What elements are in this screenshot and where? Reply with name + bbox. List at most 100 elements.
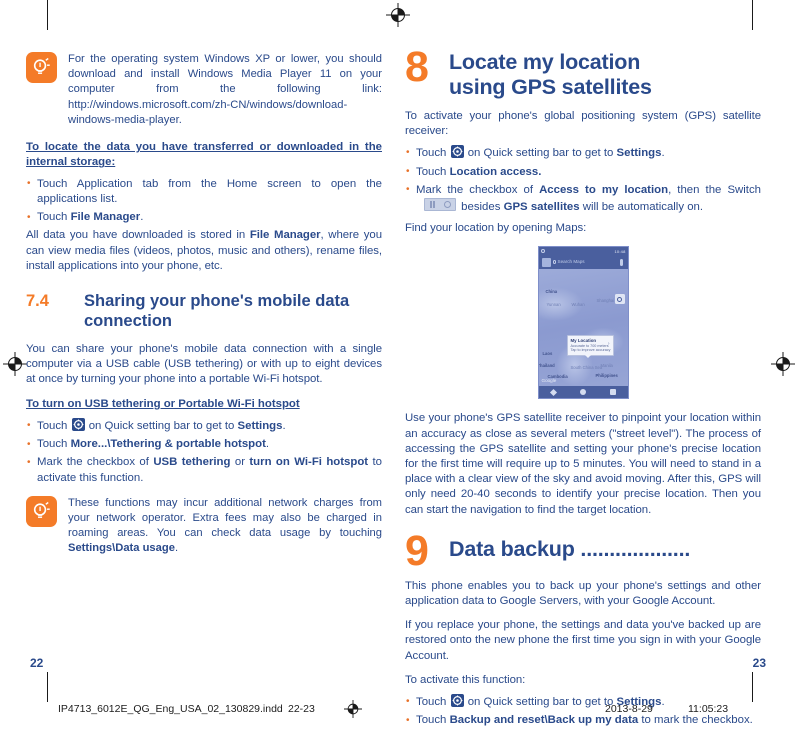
map-label-wuhan: Wuhan	[571, 302, 585, 308]
crop-mark-top-right	[752, 0, 753, 30]
para-all-data-pre: All data you have downloaded is stored i…	[26, 229, 250, 242]
bullet-touch-gear-bold: Settings	[616, 147, 662, 160]
slug-page-range: 22-23	[288, 703, 315, 715]
tip-bottom-post: .	[174, 542, 179, 555]
crop-mark-top-left	[47, 0, 48, 30]
maps-search-bar: Search Maps	[538, 255, 628, 270]
bullet-mark-mid: or	[230, 456, 250, 469]
bullet-mark-post: will be automatically on.	[579, 201, 704, 214]
chapter-number: 9	[405, 526, 429, 575]
microphone-icon[interactable]	[619, 258, 623, 266]
maps-menu-icon[interactable]	[541, 257, 551, 267]
lightbulb-icon	[26, 52, 57, 83]
slug-time: 11:05:23	[688, 703, 729, 715]
bullet-mark-bold: Access to my location	[539, 183, 669, 196]
bullet-touch-gear-post: .	[282, 420, 286, 433]
registration-mark-footer	[344, 700, 362, 718]
page-number-left: 22	[30, 656, 44, 670]
registration-mark-top	[386, 3, 410, 27]
bullet-file-manager-pre: Touch	[37, 211, 71, 224]
paragraph-share-connection: You can share your phone's mobile data c…	[26, 343, 382, 386]
bullet-file-manager: Touch File Manager.	[26, 210, 382, 225]
chapter-heading-9: 9 Data backup ...................	[405, 526, 761, 575]
map-label-thailand: Thailand	[538, 363, 555, 369]
chevron-right-icon[interactable]: ›	[608, 342, 610, 347]
tip-text-part1: For the operating system Windows XP or l…	[68, 53, 382, 96]
slug-date: 2013-8-29	[605, 703, 653, 715]
map-screenshot-figure: 10:48 Search Maps China Yunnan Wuhan Sha…	[537, 246, 629, 400]
map-label-manila: Manila	[600, 363, 613, 369]
tip-link: http://windows.microsoft.com/zh-CN/windo…	[68, 98, 348, 126]
paragraph-gps-intro: To activate your phone's global position…	[405, 110, 761, 138]
tip-text: These functions may incur additional net…	[68, 496, 382, 557]
section-number: 7.4	[26, 292, 49, 311]
bullet-more-tethering: Touch More...\Tethering & portable hotsp…	[26, 437, 382, 452]
map-label-laos: Laos	[542, 351, 553, 357]
heading-locate-data: To locate the data you have transferred …	[26, 141, 382, 169]
bullet-mark-pre: Mark the checkbox of	[37, 456, 154, 469]
print-slug-footer: IP4713_6012E_QG_Eng_USA_02_130829.indd 2…	[0, 700, 796, 724]
phone-nav-bar	[538, 386, 628, 399]
bullet-mark-mid: , then the Switch	[668, 183, 761, 196]
bullet-mark-after-switch: besides	[458, 201, 504, 214]
map-canvas[interactable]: China Yunnan Wuhan Shanghai Laos Thailan…	[538, 269, 628, 387]
bullet-touch-gear-mid: on Quick setting bar to get to	[85, 420, 238, 433]
chapter-title-line1: Locate my location	[449, 50, 641, 74]
map-label-south-china-sea: South China Sea	[570, 365, 603, 371]
paragraph-backup-1: This phone enables you to back up your p…	[405, 579, 761, 608]
my-location-button[interactable]	[614, 294, 625, 305]
bullet-mark-bold2: GPS satellites	[503, 201, 580, 214]
crosshair-icon	[617, 296, 622, 302]
bullet-location-access-bold: Location access.	[449, 165, 542, 178]
bullet-touch-gear-pre: Touch	[416, 147, 450, 160]
page-number-right: 23	[752, 656, 766, 670]
phone-status-bar: 10:48	[538, 247, 628, 256]
paragraph-find-location: Find your location by opening Maps:	[405, 222, 587, 235]
lightbulb-icon	[26, 495, 57, 527]
heading-turn-on-tethering: To turn on USB tethering or Portable Wi-…	[26, 397, 300, 410]
printed-page-spread: For the operating system Windows XP or l…	[0, 0, 796, 737]
bullet-application-tab: Touch Application tab from the Home scre…	[26, 176, 382, 207]
bullet-more-post: .	[265, 438, 270, 451]
registration-mark-left	[3, 352, 27, 376]
right-page-column: 8 Locate my location using GPS satellite…	[405, 43, 761, 731]
left-page-column: For the operating system Windows XP or l…	[26, 48, 382, 569]
map-label-yunnan: Yunnan	[546, 302, 561, 308]
bullet-mark-bold2: turn on Wi-Fi hotspot	[249, 456, 369, 469]
google-attribution: Google	[541, 378, 557, 384]
toggle-switch-icon	[424, 198, 456, 212]
bullet-mark-access-location: Mark the checkbox of Access to my locati…	[405, 182, 761, 215]
tip-text: For the operating system Windows XP or l…	[68, 52, 382, 128]
popup-tail	[584, 355, 591, 359]
maps-search-input[interactable]: Search Maps	[551, 259, 620, 265]
bullet-location-access: Touch Location access.	[405, 164, 761, 180]
popup-improve-hint: Tap to improve accuracy	[570, 348, 611, 353]
bullet-touch-gear-pre: Touch	[37, 420, 71, 433]
bullet-mark-pre: Mark the checkbox of	[416, 183, 540, 196]
phone-screenshot-maps: 10:48 Search Maps China Yunnan Wuhan Sha…	[537, 246, 629, 400]
map-label-china: China	[545, 289, 558, 295]
bullet-file-manager-bold: File Manager	[70, 211, 141, 224]
paragraph-activate: To activate this function:	[405, 673, 526, 686]
bullet-location-access-pre: Touch	[416, 165, 450, 178]
tip-bottom-pre: These functions may incur additional net…	[68, 496, 382, 540]
bullet-mark-bold1: USB tethering	[153, 456, 231, 469]
chapter-heading-8: 8 Locate my location using GPS satellite…	[405, 43, 761, 100]
gear-icon	[450, 145, 464, 159]
my-location-popup[interactable]: My Location Accurate to 700 meters Tap t…	[566, 335, 614, 359]
bullet-touch-gear-post: .	[661, 147, 665, 160]
chapter-number: 8	[405, 43, 429, 91]
paragraph-backup-2: If you replace your phone, the settings …	[405, 619, 761, 662]
status-time: 10:48	[614, 248, 626, 254]
registration-mark-right	[771, 352, 795, 376]
chapter-title-line2: using GPS satellites	[449, 75, 652, 99]
location-status-icon	[540, 248, 545, 253]
recent-apps-icon[interactable]	[609, 389, 616, 396]
gear-icon	[71, 418, 85, 432]
map-label-philippines: Philippines	[595, 373, 618, 379]
back-icon[interactable]	[549, 388, 557, 396]
bullet-touch-settings-gear: Touch on Quick setting bar to get to Set…	[26, 418, 382, 434]
map-label-shanghai: Shanghai	[596, 298, 615, 304]
home-icon[interactable]	[579, 389, 586, 396]
tip-text-part2: .	[178, 113, 182, 126]
